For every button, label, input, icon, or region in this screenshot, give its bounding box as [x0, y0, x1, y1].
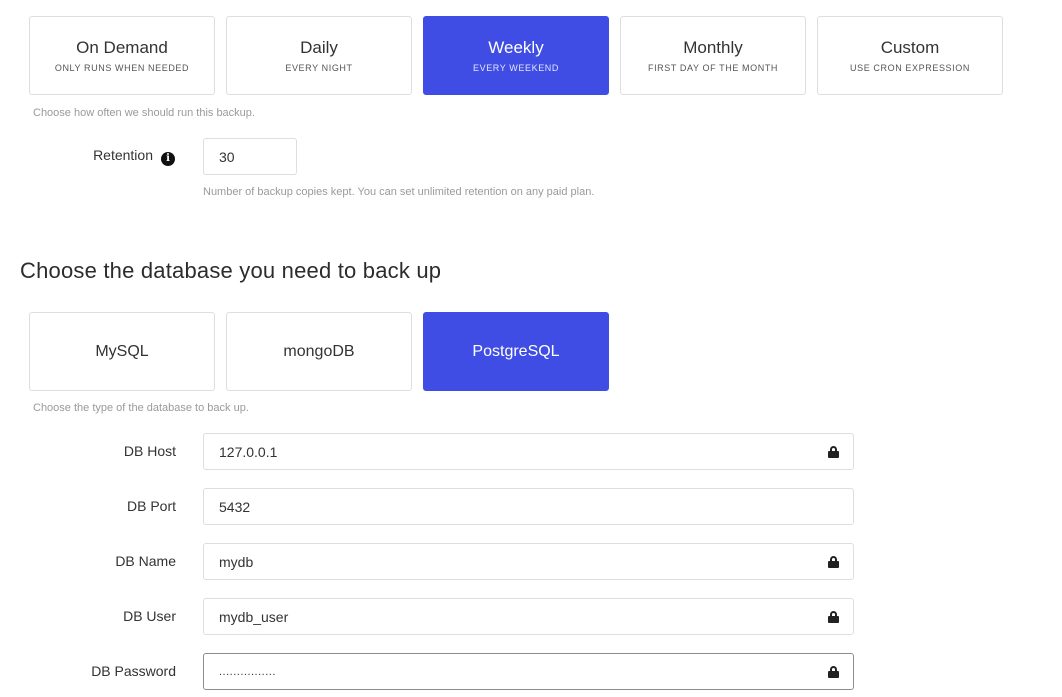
database-option-mysql[interactable]: MySQL [29, 312, 215, 391]
db-host-label: DB Host [123, 443, 176, 459]
schedule-options: On Demand ONLY RUNS WHEN NEEDED Daily EV… [29, 16, 1003, 95]
db-port-label: DB Port [126, 498, 176, 514]
retention-hint: Number of backup copies kept. You can se… [203, 186, 595, 198]
schedule-hint: Choose how often we should run this back… [33, 107, 255, 119]
db-name-input[interactable] [219, 553, 828, 570]
db-name-field[interactable] [203, 543, 854, 580]
retention-input[interactable] [219, 148, 282, 165]
lock-icon [828, 445, 839, 458]
info-icon[interactable]: i [161, 152, 175, 166]
schedule-option-custom[interactable]: Custom USE CRON EXPRESSION [817, 16, 1003, 95]
database-option-title: PostgreSQL [472, 342, 560, 360]
schedule-option-title: Weekly [488, 38, 544, 57]
schedule-option-on-demand[interactable]: On Demand ONLY RUNS WHEN NEEDED [29, 16, 215, 95]
db-password-input[interactable] [219, 665, 828, 678]
db-password-field[interactable] [203, 653, 854, 690]
db-password-label: DB Password [91, 663, 176, 679]
backup-settings-page: On Demand ONLY RUNS WHEN NEEDED Daily EV… [0, 0, 1062, 697]
db-user-label: DB User [123, 608, 176, 624]
db-user-field[interactable] [203, 598, 854, 635]
db-host-field[interactable] [203, 433, 854, 470]
schedule-option-daily[interactable]: Daily EVERY NIGHT [226, 16, 412, 95]
db-user-input[interactable] [219, 608, 828, 625]
lock-icon [828, 610, 839, 623]
schedule-option-title: Monthly [683, 38, 743, 57]
db-host-input[interactable] [219, 443, 828, 460]
database-option-mongodb[interactable]: mongoDB [226, 312, 412, 391]
retention-label: Retention [93, 147, 153, 163]
db-name-label: DB Name [115, 553, 176, 569]
schedule-option-title: Custom [880, 38, 940, 57]
schedule-option-subtitle: EVERY NIGHT [285, 63, 353, 73]
db-port-input[interactable] [219, 498, 839, 515]
database-hint: Choose the type of the database to back … [33, 402, 249, 414]
database-option-title: MySQL [95, 342, 149, 360]
schedule-option-subtitle: EVERY WEEKEND [473, 63, 559, 73]
retention-label-group: Retention i [0, 147, 175, 166]
retention-field[interactable] [203, 138, 297, 175]
schedule-option-subtitle: ONLY RUNS WHEN NEEDED [54, 63, 190, 73]
database-option-postgresql[interactable]: PostgreSQL [423, 312, 609, 391]
database-option-title: mongoDB [283, 342, 355, 360]
schedule-option-subtitle: USE CRON EXPRESSION [850, 63, 970, 73]
database-options: MySQL mongoDB PostgreSQL [29, 312, 609, 391]
lock-icon [828, 555, 839, 568]
schedule-option-title: Daily [300, 38, 338, 57]
schedule-option-weekly[interactable]: Weekly EVERY WEEKEND [423, 16, 609, 95]
lock-icon [828, 665, 839, 678]
schedule-option-title: On Demand [76, 38, 168, 57]
schedule-option-monthly[interactable]: Monthly FIRST DAY OF THE MONTH [620, 16, 806, 95]
schedule-option-subtitle: FIRST DAY OF THE MONTH [647, 63, 779, 73]
db-port-field[interactable] [203, 488, 854, 525]
database-section-heading: Choose the database you need to back up [20, 258, 442, 283]
